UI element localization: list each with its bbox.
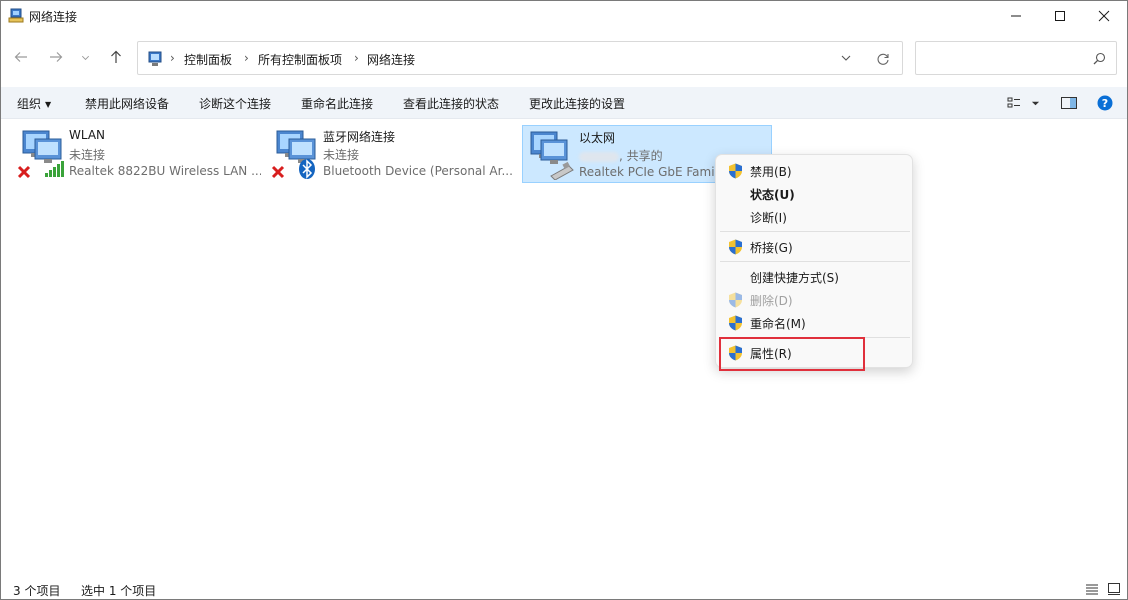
arrow-up-icon [111, 50, 121, 63]
details-view-icon[interactable] [1085, 582, 1099, 596]
back-button[interactable] [10, 45, 32, 69]
menu-separator [720, 261, 910, 262]
control-panel-icon [148, 51, 162, 66]
menu-item-rename[interactable]: 重命名(M) [720, 311, 910, 334]
network-connections-window: 网络连接 › 控制面板 › 所有控制面板项 › 网络连接 组织 ▼ 禁用此网络设… [0, 0, 1128, 600]
view-status-button[interactable]: 查看此连接的状态 [403, 95, 499, 112]
menu-label: 诊断(I) [750, 211, 787, 225]
change-view-button[interactable] [1007, 94, 1040, 112]
large-icons-view-icon[interactable] [1107, 582, 1121, 596]
disconnected-icon [271, 165, 285, 179]
menu-item-delete: 删除(D) [720, 288, 910, 311]
connection-name: 蓝牙网络连接 [323, 130, 396, 144]
command-bar: 组织 ▼ 禁用此网络设备 诊断这个连接 重命名此连接 查看此连接的状态 更改此连接… [1, 87, 1127, 119]
connection-name: 以太网 [579, 131, 616, 145]
chevron-down-icon[interactable] [840, 52, 852, 64]
menu-label: 禁用(B) [750, 165, 792, 179]
diagnose-button[interactable]: 诊断这个连接 [199, 95, 271, 112]
network-cable-icon [550, 161, 574, 180]
bluetooth-adapter-icon [271, 130, 316, 179]
change-settings-button[interactable]: 更改此连接的设置 [529, 95, 625, 112]
help-button[interactable]: ? [1097, 94, 1113, 112]
refresh-icon[interactable] [876, 52, 890, 66]
breadcrumb-control-panel[interactable]: 控制面板 [184, 51, 232, 68]
breadcrumb-network-connections[interactable]: 网络连接 [367, 51, 415, 68]
chevron-down-icon [81, 55, 89, 60]
maximize-icon [1055, 11, 1065, 21]
minimize-icon [1011, 15, 1021, 17]
minimize-button[interactable] [993, 1, 1039, 31]
help-icon: ? [1097, 95, 1113, 111]
search-icon [1093, 52, 1106, 65]
forward-button[interactable] [45, 45, 67, 69]
maximize-button[interactable] [1037, 1, 1083, 31]
breadcrumb-all-items[interactable]: 所有控制面板项 [258, 51, 342, 68]
breadcrumb-separator: › [170, 51, 175, 65]
connection-name: WLAN [69, 128, 106, 142]
wireless-adapter-icon [17, 130, 64, 179]
selected-count: 选中 1 个项目 [81, 584, 157, 598]
breadcrumb-separator: › [244, 51, 249, 65]
menu-item-bridge[interactable]: 桥接(G) [720, 235, 910, 258]
organize-menu-button[interactable]: 组织 ▼ [17, 95, 51, 112]
menu-label: 重命名(M) [750, 317, 806, 331]
shield-icon [729, 292, 742, 308]
disconnected-icon [17, 165, 31, 179]
disable-device-button[interactable]: 禁用此网络设备 [85, 95, 169, 112]
preview-pane-icon [1061, 97, 1077, 109]
menu-label: 桥接(G) [750, 241, 793, 255]
organize-label: 组织 [17, 97, 42, 111]
svg-text:?: ? [1102, 97, 1108, 110]
window-title: 网络连接 [29, 10, 78, 24]
menu-item-status[interactable]: 状态(U) [720, 182, 910, 205]
network-connections-icon [8, 8, 24, 23]
shield-icon [729, 239, 742, 255]
arrow-left-icon [14, 52, 27, 62]
recent-locations-button[interactable] [77, 45, 93, 69]
view-options-icon [1007, 97, 1020, 108]
ethernet-adapter-icon [530, 131, 574, 180]
menu-separator [720, 231, 910, 232]
title-bar[interactable]: 网络连接 [1, 1, 1127, 31]
connection-status-text: , 共享的 [619, 149, 663, 163]
search-input[interactable] [915, 41, 1117, 75]
menu-item-disable[interactable]: 禁用(B) [720, 159, 910, 182]
menu-label: 删除(D) [750, 294, 793, 308]
connection-item-bluetooth[interactable]: 蓝牙网络连接 未连接 Bluetooth Device (Personal Ar… [267, 125, 517, 183]
close-icon [1098, 10, 1110, 22]
item-count: 3 个项目 [13, 584, 61, 598]
connection-status: 未连接 [323, 148, 360, 162]
bluetooth-icon [299, 159, 315, 179]
status-bar: 3 个项目 选中 1 个项目 [1, 577, 1127, 600]
signal-bars-icon [45, 161, 64, 177]
menu-item-diagnose[interactable]: 诊断(I) [720, 205, 910, 228]
rename-button[interactable]: 重命名此连接 [301, 95, 373, 112]
connection-device: Realtek 8822BU Wireless LAN ... [69, 164, 261, 178]
context-menu: 禁用(B) 状态(U) 诊断(I) 桥接(G) 创建快捷方式(S) 删除(D) … [715, 154, 913, 368]
menu-label: 创建快捷方式(S) [750, 271, 839, 285]
properties-highlight-box [719, 337, 865, 371]
arrow-right-icon [50, 52, 63, 62]
shield-icon [729, 315, 742, 331]
caret-down-icon: ▼ [45, 100, 52, 109]
connection-status: 未连接 [69, 148, 106, 162]
breadcrumb-separator: › [354, 51, 359, 65]
caret-down-icon [1031, 101, 1040, 105]
menu-label: 状态(U) [750, 188, 795, 202]
up-button[interactable] [105, 45, 127, 69]
connection-device: Bluetooth Device (Personal Ar... [323, 164, 513, 178]
connection-status: , 共享的 [579, 147, 663, 164]
address-bar[interactable]: › 控制面板 › 所有控制面板项 › 网络连接 [137, 41, 903, 75]
redacted-network-name [579, 151, 619, 162]
menu-item-create-shortcut[interactable]: 创建快捷方式(S) [720, 265, 910, 288]
close-button[interactable] [1081, 1, 1127, 31]
shield-icon [729, 163, 742, 179]
preview-pane-button[interactable] [1061, 94, 1077, 112]
connection-item-wlan[interactable]: WLAN 未连接 Realtek 8822BU Wireless LAN ... [13, 125, 263, 183]
